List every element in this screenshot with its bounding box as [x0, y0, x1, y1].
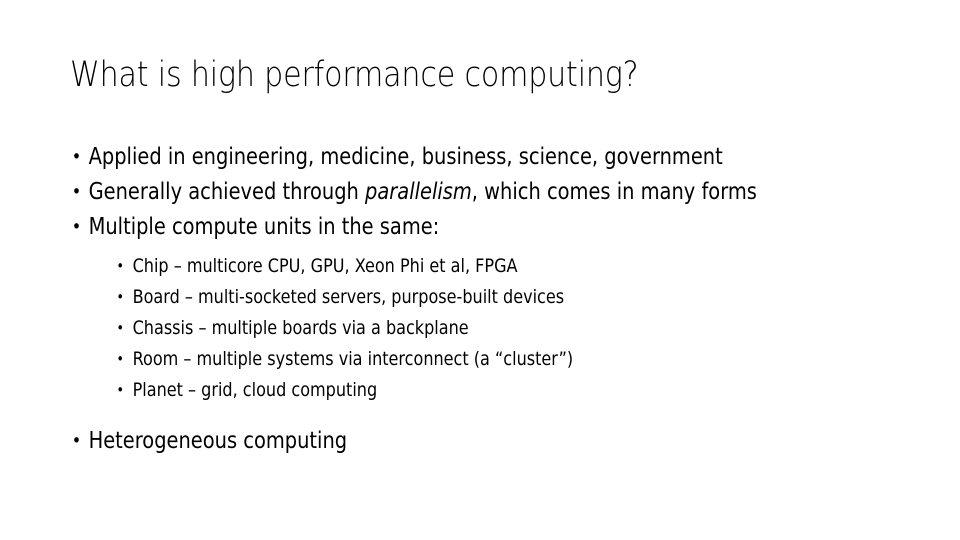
presentation-slide: What is high performance computing? Appl… [0, 0, 960, 540]
bullet-item-multiple-compute-units: Multiple compute units in the same: [70, 210, 788, 245]
bullet-list-level1: Applied in engineering, medicine, busine… [70, 140, 920, 459]
sub-bullet-item-planet: Planet – grid, cloud computing [114, 375, 795, 406]
sub-bullet-list-container: Chip – multicore CPU, GPU, Xeon Phi et a… [70, 251, 920, 406]
sub-bullet-text: Planet – grid, cloud computing [132, 379, 378, 401]
slide-body: Applied in engineering, medicine, busine… [70, 140, 920, 459]
sub-bullet-text: Chip – multicore CPU, GPU, Xeon Phi et a… [132, 255, 518, 277]
bullet-text: Applied in engineering, medicine, busine… [88, 144, 723, 170]
bullet-item-applied: Applied in engineering, medicine, busine… [70, 140, 788, 175]
bullet-item-heterogeneous: Heterogeneous computing [70, 424, 788, 459]
bullet-text-after-italic: , which comes in many forms [471, 179, 757, 205]
bullet-list-level2: Chip – multicore CPU, GPU, Xeon Phi et a… [70, 251, 920, 406]
sub-bullet-item-room: Room – multiple systems via interconnect… [114, 344, 795, 375]
bullet-text-before-italic: Generally achieved through [88, 179, 366, 205]
sub-bullet-item-board: Board – multi-socketed servers, purpose-… [114, 282, 795, 313]
sub-bullet-text: Chassis – multiple boards via a backplan… [132, 317, 469, 339]
bullet-text: Heterogeneous computing [88, 428, 348, 454]
sub-bullet-text: Room – multiple systems via interconnect… [132, 348, 574, 370]
sub-bullet-item-chassis: Chassis – multiple boards via a backplan… [114, 313, 795, 344]
sub-bullet-text: Board – multi-socketed servers, purpose-… [132, 286, 565, 308]
slide-title: What is high performance computing? [70, 55, 639, 95]
bullet-text: Multiple compute units in the same: [88, 214, 440, 240]
bullet-item-generally: Generally achieved through parallelism, … [70, 175, 788, 210]
bullet-text-italic-parallelism: parallelism [365, 179, 472, 205]
sub-bullet-item-chip: Chip – multicore CPU, GPU, Xeon Phi et a… [114, 251, 795, 282]
